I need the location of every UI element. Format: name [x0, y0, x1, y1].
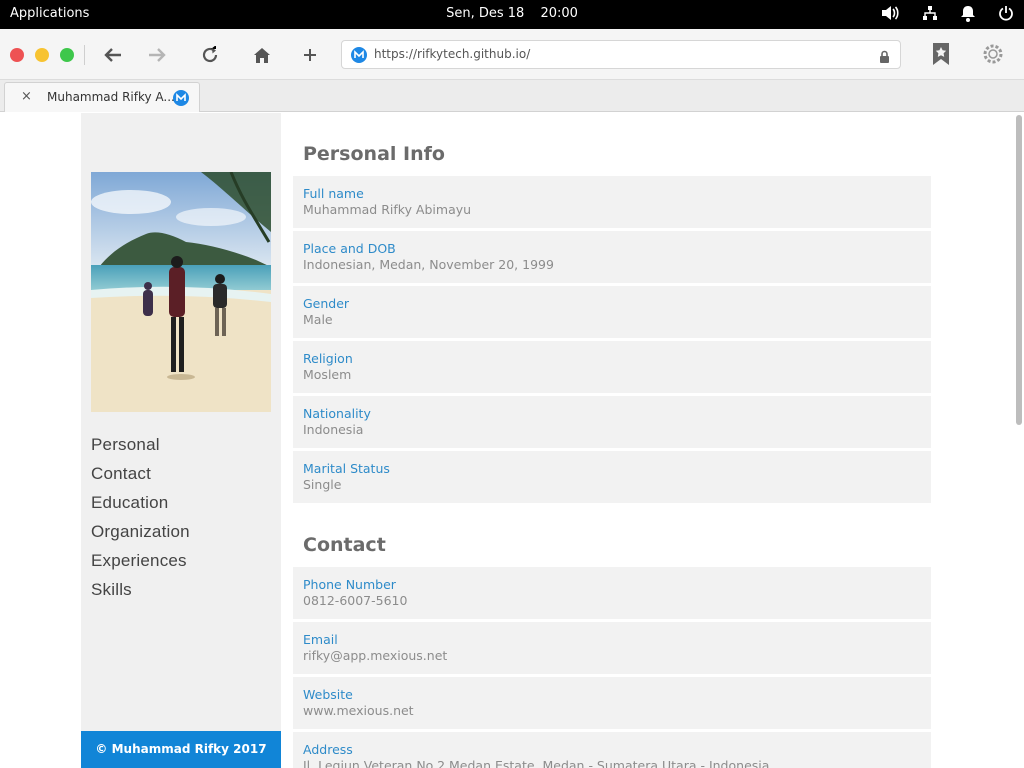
arrow-left-icon: [104, 48, 121, 62]
bookmark-star-icon: [933, 43, 949, 65]
row-label: Email: [303, 632, 338, 647]
notification-bell-icon[interactable]: [960, 5, 976, 22]
row-label: Full name: [303, 186, 364, 201]
row-label: Place and DOB: [303, 241, 396, 256]
minimize-window-button[interactable]: [35, 48, 49, 62]
row-value: Indonesian, Medan, November 20, 1999: [303, 257, 554, 272]
browser-tab[interactable]: × Muhammad Rifky A...: [4, 82, 200, 112]
nav-item-skills[interactable]: Skills: [91, 580, 190, 609]
volume-icon[interactable]: [880, 4, 900, 22]
section-title-contact: Contact: [303, 534, 386, 556]
nav-item-organization[interactable]: Organization: [91, 522, 190, 551]
info-row: Religion Moslem: [293, 341, 931, 393]
row-label: Gender: [303, 296, 350, 311]
arrow-right-icon: [149, 48, 166, 62]
power-icon[interactable]: [998, 5, 1014, 21]
new-tab-button[interactable]: [298, 43, 322, 67]
row-label: Website: [303, 687, 353, 702]
plus-icon: [304, 49, 316, 61]
network-icon[interactable]: [922, 5, 938, 21]
site-favicon-icon: [351, 47, 367, 63]
profile-photo: [91, 172, 271, 412]
contact-row: Address Jl. Legiun Veteran No.2 Medan Est…: [293, 732, 931, 768]
nav-item-education[interactable]: Education: [91, 493, 190, 522]
row-value: Moslem: [303, 367, 352, 382]
clock-time: 20:00: [540, 6, 578, 21]
row-label: Religion: [303, 351, 353, 366]
home-icon: [254, 47, 270, 63]
clock-date: Sen, Des 18: [446, 6, 525, 21]
nav-item-personal[interactable]: Personal: [91, 435, 190, 464]
settings-button[interactable]: [981, 42, 1005, 70]
contact-row: Website www.mexious.net: [293, 677, 931, 729]
sidebar-nav: Personal Contact Education Organization …: [91, 435, 190, 609]
row-label: Nationality: [303, 406, 371, 421]
section-title-personal: Personal Info: [303, 143, 445, 165]
bookmarks-button[interactable]: [931, 42, 951, 70]
address-bar[interactable]: https://rifkytech.github.io/: [341, 40, 901, 69]
system-clock[interactable]: Sen, Des 18 20:00: [0, 6, 1024, 21]
info-row: Full name Muhammad Rifky Abimayu: [293, 176, 931, 228]
back-button[interactable]: [101, 43, 125, 67]
close-window-button[interactable]: [10, 48, 24, 62]
sidebar: Personal Contact Education Organization …: [81, 113, 281, 768]
toolbar-divider: [84, 45, 85, 65]
row-value: Jl. Legiun Veteran No.2 Medan Estate, Me…: [303, 758, 770, 768]
row-label: Address: [303, 742, 353, 757]
sidebar-footer: © Muhammad Rifky 2017: [81, 731, 281, 768]
contact-row: Phone Number 0812-6007-5610: [293, 567, 931, 619]
home-button[interactable]: [250, 43, 274, 67]
row-label: Marital Status: [303, 461, 390, 476]
row-value: www.mexious.net: [303, 703, 414, 718]
forward-button[interactable]: [145, 43, 169, 67]
row-value: rifky@app.mexious.net: [303, 648, 448, 663]
tab-title: Muhammad Rifky A...: [47, 90, 175, 104]
row-label: Phone Number: [303, 577, 396, 592]
row-value: Male: [303, 312, 333, 327]
info-row: Nationality Indonesia: [293, 396, 931, 448]
nav-item-contact[interactable]: Contact: [91, 464, 190, 493]
system-tray: [880, 4, 1014, 22]
page-scrollbar[interactable]: [1016, 115, 1022, 425]
nav-item-experiences[interactable]: Experiences: [91, 551, 190, 580]
contact-row: Email rifky@app.mexious.net: [293, 622, 931, 674]
row-value: Single: [303, 477, 342, 492]
gear-icon: [983, 44, 1003, 64]
info-row: Place and DOB Indonesian, Medan, November…: [293, 231, 931, 283]
contact-info-list: Phone Number 0812-6007-5610 Email rifky@ap…: [293, 567, 931, 768]
maximize-window-button[interactable]: [60, 48, 74, 62]
info-row: Marital Status Single: [293, 451, 931, 503]
row-value: Indonesia: [303, 422, 364, 437]
personal-info-list: Full name Muhammad Rifky Abimayu Place an…: [293, 176, 931, 506]
info-row: Gender Male: [293, 286, 931, 338]
row-value: 0812-6007-5610: [303, 593, 408, 608]
tab-favicon-icon: [173, 90, 189, 106]
system-top-bar: Applications Sen, Des 18 20:00: [0, 0, 1024, 29]
reload-icon: [202, 46, 218, 63]
reload-button[interactable]: [198, 43, 222, 67]
close-tab-icon[interactable]: ×: [21, 89, 32, 104]
tab-strip: × Muhammad Rifky A...: [0, 80, 1024, 112]
page-viewport: Personal Contact Education Organization …: [0, 113, 1024, 768]
row-value: Muhammad Rifky Abimayu: [303, 202, 472, 217]
window-controls: [10, 48, 74, 62]
url-text: https://rifkytech.github.io/: [374, 47, 531, 61]
browser-toolbar: https://rifkytech.github.io/: [0, 29, 1024, 80]
lock-icon[interactable]: [879, 48, 890, 67]
